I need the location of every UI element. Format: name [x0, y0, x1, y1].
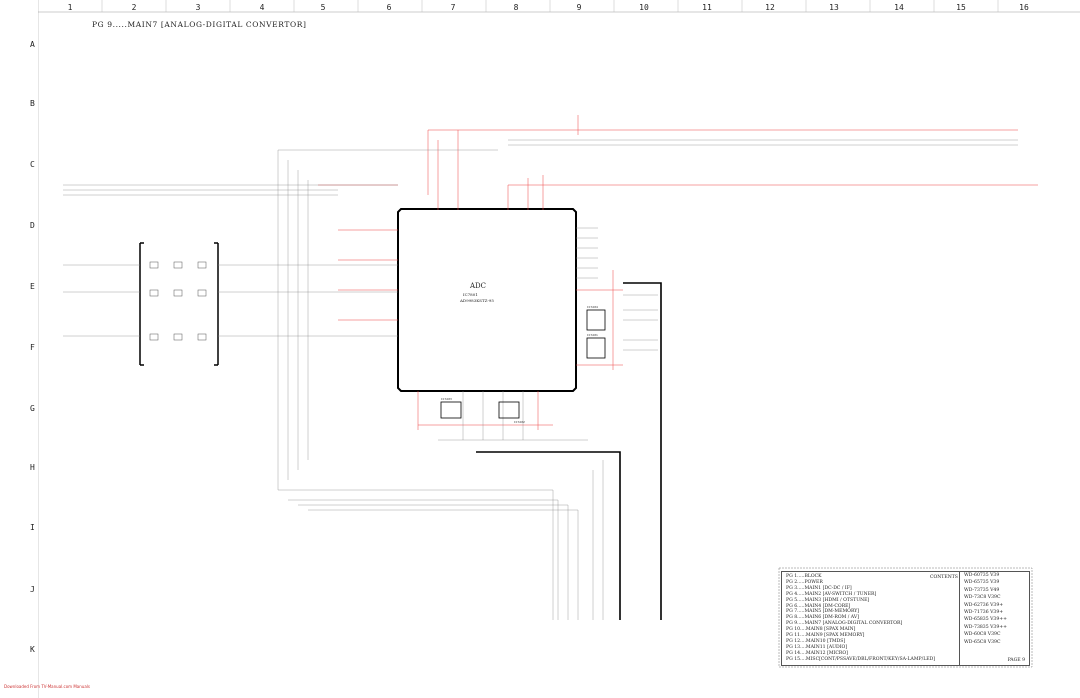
model-item: WD-73835 V39++	[964, 624, 1007, 630]
chip-part: AD9983KSTZ-95	[460, 298, 494, 303]
model-item: WD-65735 V39	[964, 580, 1000, 586]
col-label-2: 2	[131, 3, 137, 12]
col-label-14: 14	[894, 3, 904, 12]
col-label-7: 7	[450, 3, 456, 12]
chip-ref: IC7801	[463, 292, 478, 297]
col-label-15: 15	[956, 3, 966, 12]
col-label-16: 16	[1019, 3, 1029, 12]
model-item: WD-73735 V49	[964, 587, 1000, 593]
contents-list: PG 1.....BLOCK PG 2.....POWER PG 3.....M…	[786, 574, 958, 663]
ic-label-3: IC7A03	[441, 397, 452, 401]
model-item: WD-65C8 V39C	[964, 639, 1001, 645]
model-item: WD-73C8 V39C	[964, 595, 1001, 601]
row-label-E: E	[30, 282, 35, 291]
col-label-9: 9	[576, 3, 582, 12]
col-label-3: 3	[195, 3, 201, 12]
col-label-6: 6	[386, 3, 392, 12]
row-label-B: B	[30, 99, 35, 108]
model-item: WD-62736 V39+	[964, 602, 1004, 608]
footer-link[interactable]: Downloaded From TV-Manual.com Manuals	[4, 684, 90, 689]
contents-item: PG 15....MISC[CONT/PSSAVE/DBL/FRONT/KEY/…	[786, 656, 936, 662]
row-label-D: D	[30, 221, 35, 230]
ic-label-2: IC7A01	[587, 333, 598, 337]
col-label-4: 4	[259, 3, 265, 12]
contents-table: PG 1.....BLOCK PG 2.....POWER PG 3.....M…	[781, 571, 1030, 666]
col-label-8: 8	[513, 3, 519, 12]
col-label-10: 10	[639, 3, 649, 12]
col-label-11: 11	[702, 3, 712, 12]
model-item: WD-60C8 V39C	[964, 632, 1001, 638]
row-label-I: I	[30, 523, 35, 532]
contents-title: CONTENTS	[930, 575, 958, 580]
col-label-12: 12	[765, 3, 775, 12]
row-label-G: G	[30, 404, 35, 413]
row-label-A: A	[30, 40, 35, 49]
row-label-F: F	[30, 343, 35, 352]
model-item: WD-60735 V39	[964, 573, 1000, 578]
row-label-C: C	[30, 160, 35, 169]
col-label-1: 1	[67, 3, 73, 12]
page-number: PAGE 9	[1007, 658, 1025, 663]
row-label-J: J	[30, 585, 35, 594]
chip-name: ADC	[470, 282, 487, 290]
model-item: WD-65835 V39++	[964, 617, 1007, 623]
ic-label-4: IC7A02	[514, 420, 525, 424]
page-title: PG 9.....MAIN7 [ANALOG-DIGITAL CONVERTOR…	[92, 20, 307, 29]
col-label-13: 13	[829, 3, 839, 12]
model-item: WD-71736 V39+	[964, 610, 1004, 616]
row-label-K: K	[30, 645, 35, 654]
col-label-5: 5	[320, 3, 326, 12]
row-label-H: H	[30, 463, 35, 472]
ic-label-1: IC7A04	[587, 305, 598, 309]
models-list: WD-60735 V39 WD-65735 V39 WD-73735 V49 W…	[959, 572, 1028, 665]
